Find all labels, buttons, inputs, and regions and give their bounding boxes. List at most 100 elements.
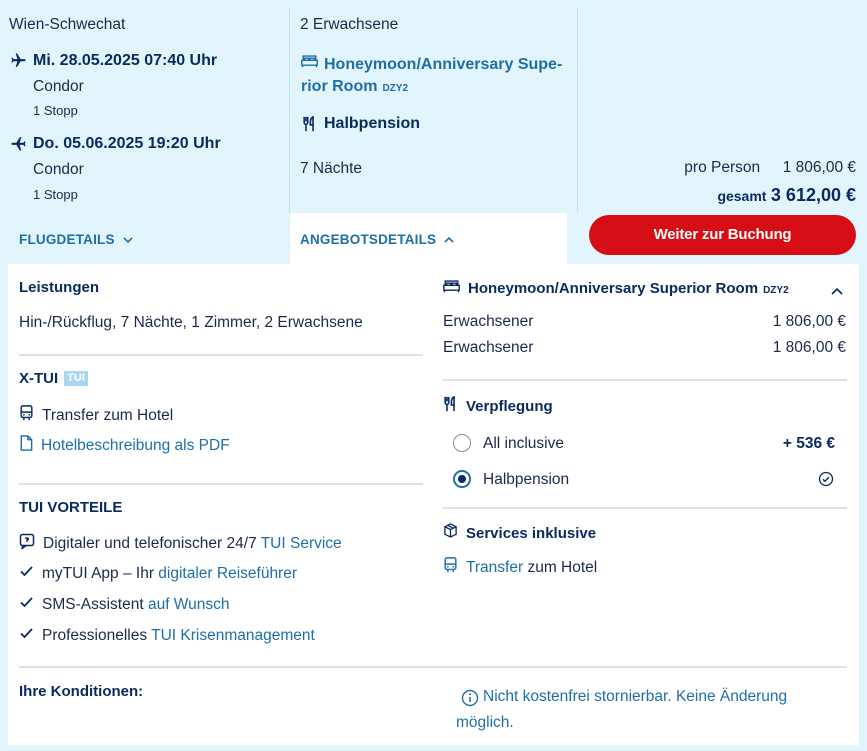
xtui-badge-text: TUI xyxy=(67,372,85,384)
plane-outbound-icon xyxy=(10,52,27,74)
divider xyxy=(19,666,847,668)
room-name-line2: rior Room xyxy=(301,78,378,95)
board-heading: Verpflegung xyxy=(466,398,553,415)
check-icon xyxy=(19,626,34,645)
services-incl-text: Transfer zum Hotel xyxy=(466,559,597,577)
price-total: gesamt 3 612,00 € xyxy=(717,185,856,206)
room-name-link[interactable]: Honeymoon/Anniversary Supe- xyxy=(324,52,562,78)
conditions-line2: möglich. xyxy=(456,714,514,731)
offer-details-toggle[interactable]: ANGEBOTSDETAILS xyxy=(300,232,454,247)
adult-label: Erwachsener xyxy=(443,339,534,356)
chevron-up-icon[interactable] xyxy=(831,283,843,301)
flight-origin: Wien-Schwechat xyxy=(9,16,126,33)
room-name-line2-wrap[interactable]: rior Room DZY2 xyxy=(301,78,408,96)
continue-booking-button[interactable]: Weiter zur Buchung xyxy=(589,215,856,255)
board-option-label[interactable]: All inclusive xyxy=(483,435,564,453)
total-value: 3 612,00 € xyxy=(770,185,856,205)
adult-label: Erwachsener xyxy=(443,313,534,330)
divider xyxy=(19,483,423,485)
conditions-line1: Nicht kostenfrei stornierbar. Keine Ände… xyxy=(483,688,788,705)
total-label: gesamt xyxy=(717,188,767,204)
offer-details-panel xyxy=(8,264,859,745)
check-icon xyxy=(19,564,34,583)
nights: 7 Nächte xyxy=(300,160,363,177)
advantage-link[interactable]: digitaler Reiseführer xyxy=(158,565,297,582)
cutlery-icon xyxy=(443,395,458,417)
board-option-label[interactable]: Halbpension xyxy=(483,471,569,489)
price-per-person: pro Person 1 806,00 € xyxy=(684,159,856,177)
services-incl-heading: Services inklusive xyxy=(466,524,597,542)
transfer-text: Transfer zum Hotel xyxy=(42,406,174,424)
advantage-text-plain: Digitaler und telefonischer 24/7 xyxy=(43,534,261,552)
board-heading-row: Verpflegung xyxy=(443,395,553,417)
flight-details-label: FLUGDETAILS xyxy=(19,232,115,247)
radio-all-inclusive[interactable] xyxy=(453,434,471,452)
room-code: DZY2 xyxy=(382,83,409,94)
plane-return-icon xyxy=(10,135,27,157)
travellers: 2 Erwachsene xyxy=(300,16,399,33)
bus-icon xyxy=(19,405,34,426)
outbound-datetime: Mi. 28.05.2025 07:40 Uhr xyxy=(33,52,218,69)
advantage-item: Digitaler und telefonischer 24/7 TUI Ser… xyxy=(19,533,342,554)
advantage-link[interactable]: TUI Krisenmanagement xyxy=(151,627,315,644)
phone-chat-icon xyxy=(19,533,35,554)
transfer-link[interactable]: Transfer xyxy=(466,559,523,576)
advantage-text-plain: SMS-Assistent xyxy=(42,595,148,613)
flight-details-toggle[interactable]: FLUGDETAILS xyxy=(19,232,133,247)
per-person-label: pro Person xyxy=(684,159,761,176)
document-icon xyxy=(19,435,33,456)
adult-price: 1 806,00 € xyxy=(772,339,846,356)
board-option-surcharge: + 536 € xyxy=(782,435,835,452)
chevron-down-icon xyxy=(123,232,133,247)
box-icon xyxy=(443,523,458,543)
advantage-link[interactable]: TUI Service xyxy=(261,535,342,552)
advantage-text-plain: myTUI App – Ihr xyxy=(42,564,159,582)
room-name-line1: Honeymoon/Anniversary Supe- xyxy=(324,56,563,73)
divider xyxy=(443,507,847,509)
advantage-item: Professionelles TUI Krisenmanagement xyxy=(19,626,315,645)
xtui-heading: X-TUI TUI xyxy=(19,370,88,387)
advantage-text: Professionelles TUI Krisenmanagement xyxy=(42,627,315,645)
check-circle-icon xyxy=(818,471,834,492)
chevron-up-icon xyxy=(444,232,454,247)
hotel-pdf-link[interactable]: Hotelbeschreibung als PDF xyxy=(41,437,230,455)
return-stops: 1 Stopp xyxy=(33,187,78,202)
cutlery-icon xyxy=(302,115,317,137)
room-heading-text: Honeymoon/Anniversary Superior Room xyxy=(468,280,759,297)
services-incl-heading-row: Services inklusive xyxy=(443,523,596,543)
pdf-row[interactable]: Hotelbeschreibung als PDF xyxy=(19,435,230,456)
services-incl-row: Transfer zum Hotel xyxy=(443,557,597,578)
offer-details-label: ANGEBOTSDETAILS xyxy=(300,232,437,247)
radio-halbpension[interactable] xyxy=(453,470,471,488)
column-divider xyxy=(577,8,578,213)
bed-icon xyxy=(443,279,460,298)
outbound-airline: Condor xyxy=(33,78,84,95)
advantage-item: SMS-Assistent auf Wunsch xyxy=(19,595,230,614)
return-datetime: Do. 05.06.2025 19:20 Uhr xyxy=(33,135,221,152)
info-icon xyxy=(461,689,479,712)
check-icon xyxy=(19,595,34,614)
conditions-heading: Ihre Konditionen: xyxy=(19,683,144,700)
bus-icon xyxy=(443,557,458,578)
advantage-text: SMS-Assistent auf Wunsch xyxy=(42,596,230,614)
outbound-stops: 1 Stopp xyxy=(33,103,78,118)
board-type: Halbpension xyxy=(324,115,421,132)
advantage-item: myTUI App – Ihr digitaler Reiseführer xyxy=(19,564,297,583)
advantages-heading: TUI VORTEILE xyxy=(19,499,123,516)
advantage-text: myTUI App – Ihr digitaler Reiseführer xyxy=(42,565,297,583)
services-incl-rest: zum Hotel xyxy=(523,558,598,576)
xtui-heading-label: X-TUI xyxy=(19,370,59,387)
room-heading-row[interactable]: Honeymoon/Anniversary Superior Room DZY2 xyxy=(443,279,789,298)
services-heading: Leistungen xyxy=(19,279,100,296)
advantage-link[interactable]: auf Wunsch xyxy=(148,596,230,613)
per-person-value: 1 806,00 € xyxy=(782,159,856,176)
advantage-text-plain: Professionelles xyxy=(42,626,152,644)
adult-price: 1 806,00 € xyxy=(772,313,846,330)
advantage-text: Digitaler und telefonischer 24/7 TUI Ser… xyxy=(43,535,342,553)
divider xyxy=(443,379,847,381)
room-heading-code: DZY2 xyxy=(763,285,789,296)
return-airline: Condor xyxy=(33,161,84,178)
services-text: Hin-/Rückflug, 7 Nächte, 1 Zimmer, 2 Erw… xyxy=(19,314,363,331)
xtui-badge: TUI xyxy=(64,371,88,386)
bed-icon xyxy=(301,54,318,73)
